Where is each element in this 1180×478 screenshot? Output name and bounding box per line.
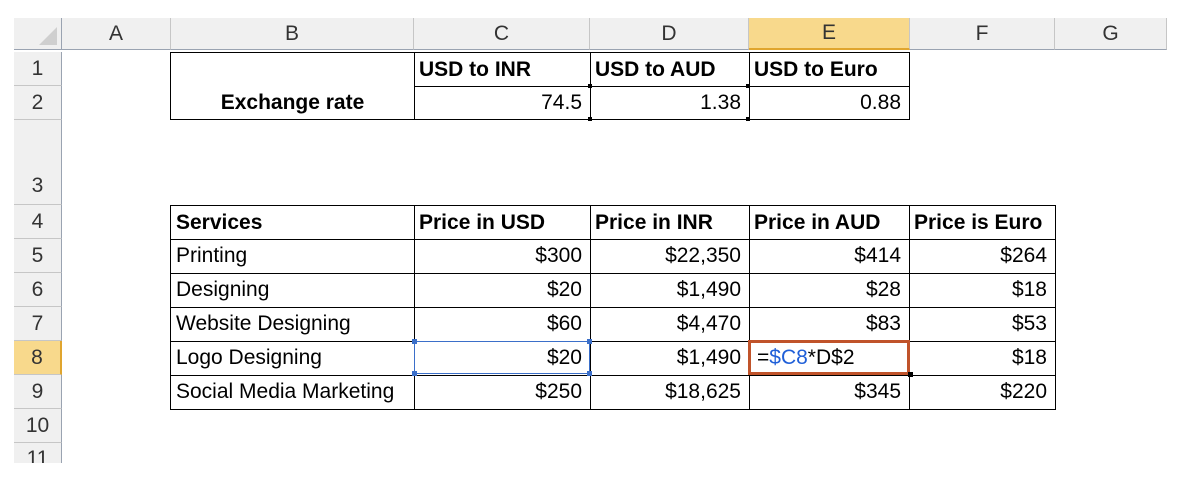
select-all-corner[interactable]: [14, 18, 62, 50]
table-cell-service[interactable]: Social Media Marketing: [170, 375, 415, 410]
table-cell-inr[interactable]: $4,470: [590, 307, 750, 342]
table-header-aud[interactable]: Price in AUD: [749, 205, 910, 240]
spreadsheet[interactable]: A B C D E F G 1 2 3 4 5 6 7 8 9 10 11 US…: [0, 0, 1180, 478]
table-cell-service[interactable]: Printing: [170, 239, 415, 274]
active-cell-border: [748, 340, 910, 375]
row-header-5[interactable]: 5: [14, 239, 62, 273]
rate-header-inr[interactable]: USD to INR: [414, 52, 591, 87]
referenced-cell-highlight: [414, 341, 590, 374]
rate-value-aud[interactable]: 1.38: [590, 86, 750, 120]
reference-handle[interactable]: [587, 371, 592, 376]
column-header-c[interactable]: C: [414, 18, 590, 50]
row-header-2[interactable]: 2: [14, 86, 62, 120]
table-cell-aud[interactable]: $414: [749, 239, 910, 274]
column-header-g[interactable]: G: [1055, 18, 1167, 50]
rate-block-blank[interactable]: [170, 52, 415, 87]
reference-handle[interactable]: [412, 339, 417, 344]
table-header-inr[interactable]: Price in INR: [590, 205, 750, 240]
select-all-triangle-icon: [39, 27, 57, 45]
range-marker: [588, 84, 592, 88]
table-cell-usd[interactable]: $250: [414, 375, 591, 410]
column-header-d[interactable]: D: [590, 18, 749, 50]
table-cell-aud[interactable]: $83: [749, 307, 910, 342]
fill-handle[interactable]: [908, 372, 913, 377]
table-cell-inr[interactable]: $1,490: [590, 273, 750, 308]
column-header-e[interactable]: E: [749, 18, 910, 50]
range-marker: [746, 117, 750, 121]
row-header-8[interactable]: 8: [14, 341, 62, 375]
range-marker: [746, 84, 750, 88]
table-cell-aud[interactable]: $28: [749, 273, 910, 308]
reference-handle[interactable]: [587, 339, 592, 344]
column-header-b[interactable]: B: [171, 18, 414, 50]
row-header-10[interactable]: 10: [14, 409, 62, 443]
table-header-services[interactable]: Services: [170, 205, 415, 240]
row-header-11[interactable]: 11: [14, 443, 62, 463]
table-cell-euro[interactable]: $53: [909, 307, 1056, 342]
table-cell-usd[interactable]: $300: [414, 239, 591, 274]
rate-value-inr[interactable]: 74.5: [414, 86, 591, 120]
rate-header-aud[interactable]: USD to AUD: [590, 52, 750, 87]
column-header-a[interactable]: A: [62, 18, 171, 50]
table-cell-euro[interactable]: $18: [909, 273, 1056, 308]
table-cell-aud[interactable]: $345: [749, 375, 910, 410]
row-header-1[interactable]: 1: [14, 52, 62, 86]
table-cell-euro[interactable]: $18: [909, 341, 1056, 376]
table-cell-service[interactable]: Designing: [170, 273, 415, 308]
row-header-3[interactable]: 3: [14, 120, 62, 205]
row-header-11-label: 11: [26, 447, 49, 463]
table-cell-euro[interactable]: $220: [909, 375, 1056, 410]
column-header-f[interactable]: F: [910, 18, 1055, 50]
range-marker: [588, 117, 592, 121]
table-header-euro[interactable]: Price is Euro: [909, 205, 1056, 240]
table-cell-inr[interactable]: $18,625: [590, 375, 750, 410]
row-header-6[interactable]: 6: [14, 273, 62, 307]
row-header-4[interactable]: 4: [14, 205, 62, 239]
row-header-9[interactable]: 9: [14, 375, 62, 409]
table-cell-euro[interactable]: $264: [909, 239, 1056, 274]
table-cell-inr[interactable]: $22,350: [590, 239, 750, 274]
table-cell-service[interactable]: Website Designing: [170, 307, 415, 342]
rate-header-euro[interactable]: USD to Euro: [749, 52, 910, 87]
reference-handle[interactable]: [412, 371, 417, 376]
table-cell-inr[interactable]: $1,490: [590, 341, 750, 376]
table-cell-usd[interactable]: $60: [414, 307, 591, 342]
table-cell-usd[interactable]: $20: [414, 273, 591, 308]
exchange-rate-label[interactable]: Exchange rate: [170, 86, 415, 120]
rate-value-euro[interactable]: 0.88: [749, 86, 910, 120]
table-cell-service[interactable]: Logo Designing: [170, 341, 415, 376]
row-header-7[interactable]: 7: [14, 307, 62, 341]
table-header-usd[interactable]: Price in USD: [414, 205, 591, 240]
